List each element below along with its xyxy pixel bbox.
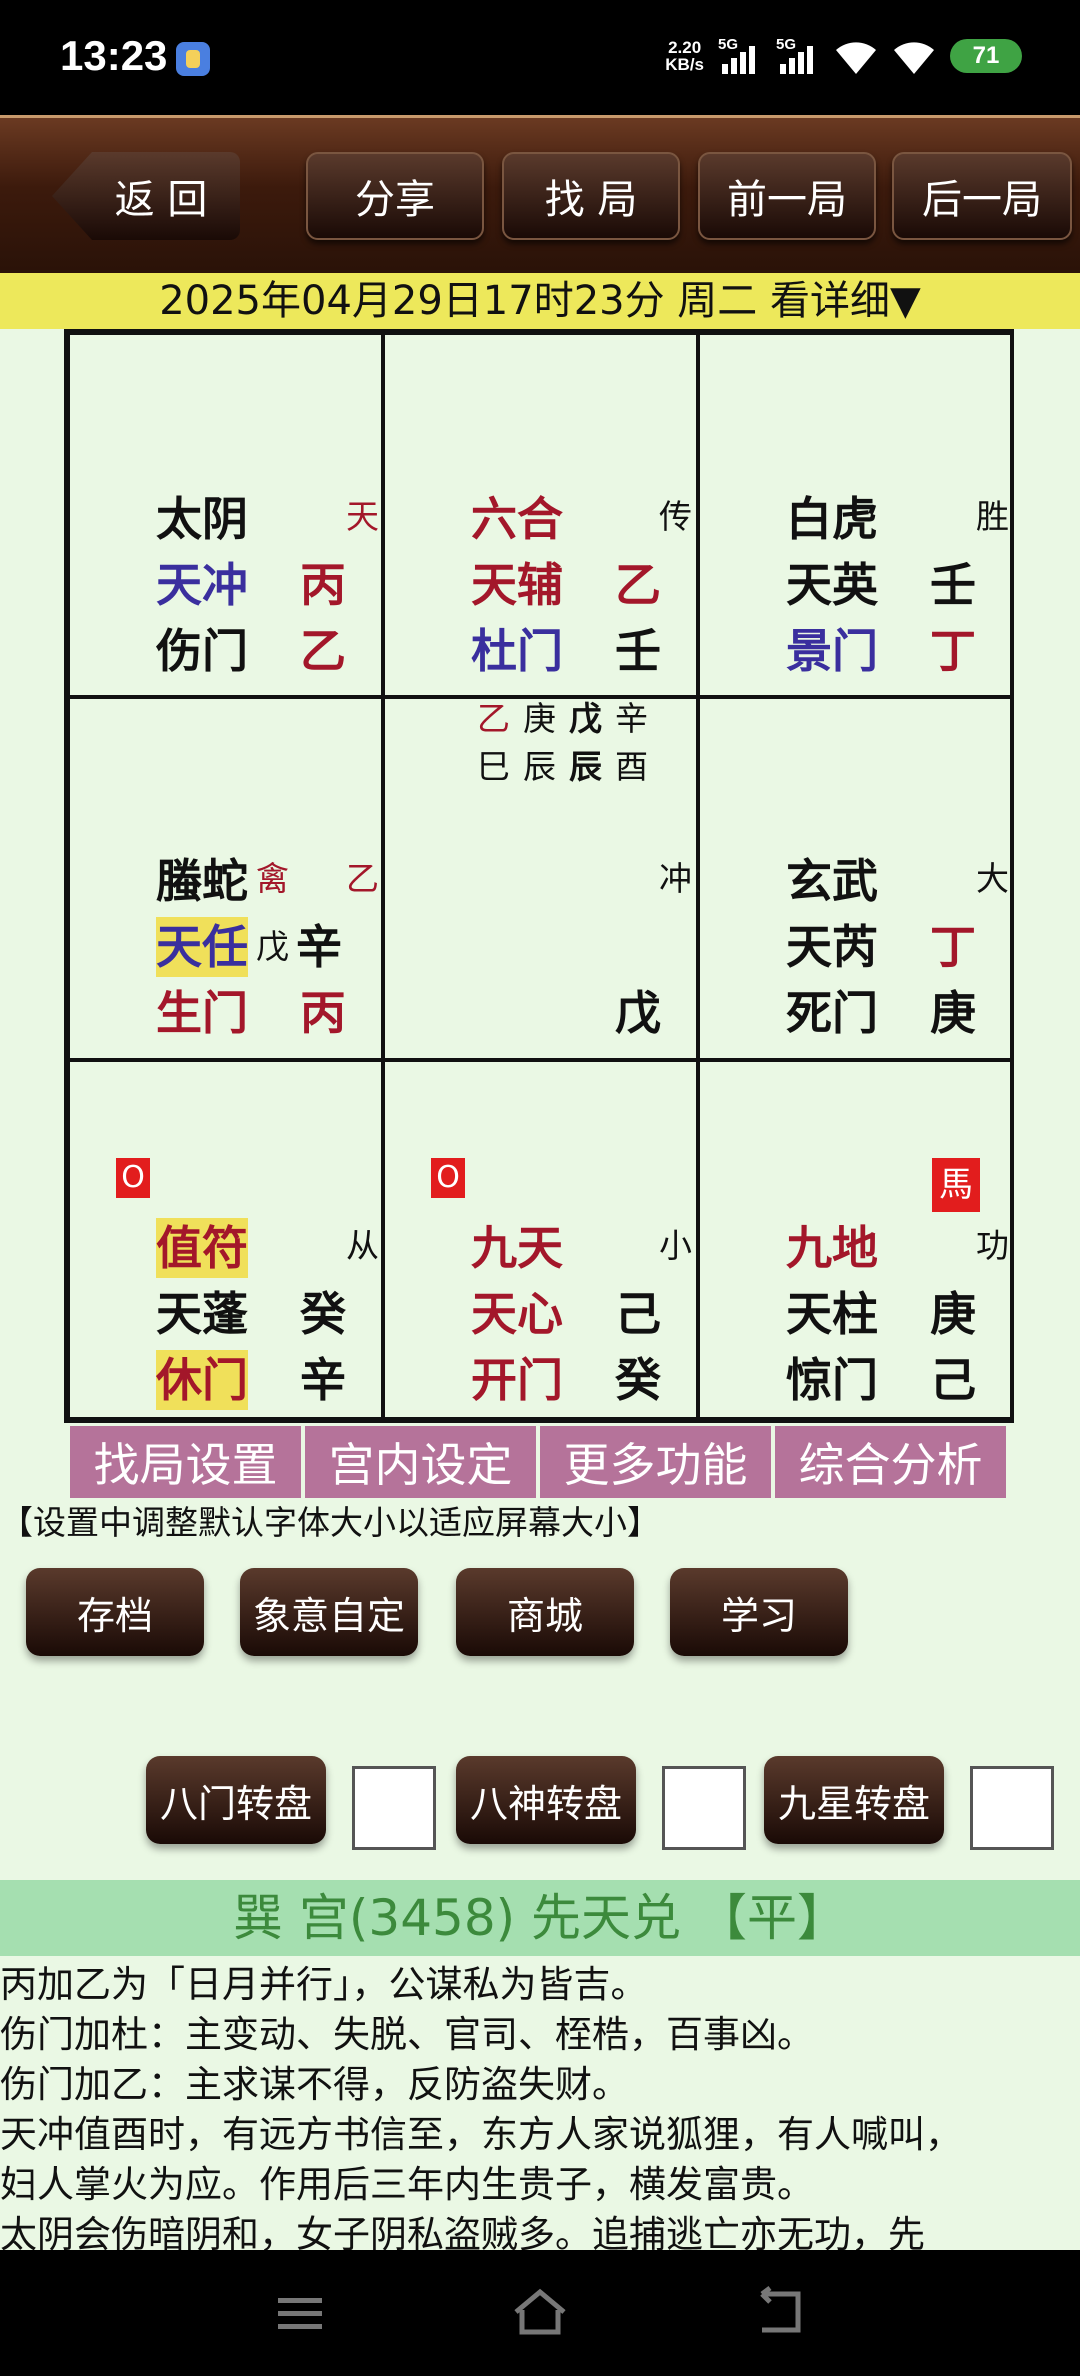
palace-cell[interactable]: 馬 功 九地 天柱 庚 惊门 己 [698,1060,1014,1419]
back-nav-icon[interactable] [750,2286,810,2340]
top-toolbar: 返 回 分享 找 局 前一局 后一局 [0,115,1080,273]
wifi-icon [836,42,876,74]
palace-cell-center[interactable]: 乙 庚 戊 辛 巳 辰 辰 酉 冲 戊 [383,697,698,1060]
qimen-grid: 天 太阴 天冲 丙 伤门 乙 传 六合 天辅 乙 杜门 壬 胜 白虎 天英 壬 … [64,329,1014,1423]
network-speed: 2.20 KB/s [665,38,704,74]
star-rotate-button[interactable]: 九星转盘 [764,1756,944,1844]
clock: 13:23 [60,32,168,79]
door-rotate-button[interactable]: 八门转盘 [146,1756,326,1844]
app-notification-icon [176,42,210,76]
palace-title: 巽 宫(3458) 先天兑 【平】 [0,1880,1080,1956]
palace-description: 丙加乙为「日月并行」，公谋私为皆吉。 伤门加杜：主变动、失脱、官司、桎梏，百事凶… [0,1963,962,2250]
door-rotate-checkbox[interactable] [352,1766,436,1850]
learn-button[interactable]: 学习 [670,1568,848,1656]
home-icon[interactable] [510,2286,570,2340]
palace-cell[interactable]: 胜 白虎 天英 壬 景门 丁 [698,333,1014,697]
god-rotate-checkbox[interactable] [662,1766,746,1850]
status-bar: 13:23 2.20 KB/s 5G 5G 71 [0,0,1080,115]
date-detail-bar[interactable]: 2025年04月29日17时23分 周二 看详细▼ [0,273,1080,329]
palace-cell[interactable]: 大 玄武 天芮 丁 死门 庚 [698,697,1014,1060]
back-button[interactable]: 返 回 [52,152,240,240]
save-button[interactable]: 存档 [26,1568,204,1656]
empty-marker-badge: O [116,1158,150,1198]
palace-cell[interactable]: O 小 九天 天心 己 开门 癸 [383,1060,698,1419]
empty-marker-badge: O [431,1158,465,1198]
battery-indicator: 71 [950,39,1032,73]
palace-cell[interactable]: 天 太阴 天冲 丙 伤门 乙 [68,333,383,697]
horse-star-badge: 馬 [932,1158,980,1212]
wifi-icon [894,42,934,74]
tab-find-settings[interactable]: 找局设置 [70,1426,301,1498]
function-tabs: 找局设置 宫内设定 更多功能 综合分析 [70,1426,1006,1498]
font-size-hint: 【设置中调整默认字体大小以适应屏幕大小】 [0,1503,660,1542]
find-ju-button[interactable]: 找 局 [502,152,680,240]
palace-cell[interactable]: 传 六合 天辅 乙 杜门 壬 [383,333,698,697]
share-button[interactable]: 分享 [306,152,484,240]
system-nav-bar [0,2250,1080,2376]
signal-icon: 5G [718,36,762,76]
palace-cell[interactable]: O 从 值符 天蓬 癸 休门 辛 [68,1060,383,1419]
star-rotate-checkbox[interactable] [970,1766,1054,1850]
tab-analysis[interactable]: 综合分析 [775,1426,1006,1498]
custom-meaning-button[interactable]: 象意自定 [240,1568,418,1656]
shop-button[interactable]: 商城 [456,1568,634,1656]
menu-icon[interactable] [270,2286,330,2340]
prev-ju-button[interactable]: 前一局 [698,152,876,240]
tab-more-functions[interactable]: 更多功能 [540,1426,771,1498]
next-ju-button[interactable]: 后一局 [892,152,1072,240]
god-rotate-button[interactable]: 八神转盘 [456,1756,636,1844]
signal-icon: 5G [776,36,820,76]
palace-cell[interactable]: 禽 乙 螣蛇 天任 戊 辛 生门 丙 [68,697,383,1060]
tab-palace-settings[interactable]: 宫内设定 [305,1426,536,1498]
